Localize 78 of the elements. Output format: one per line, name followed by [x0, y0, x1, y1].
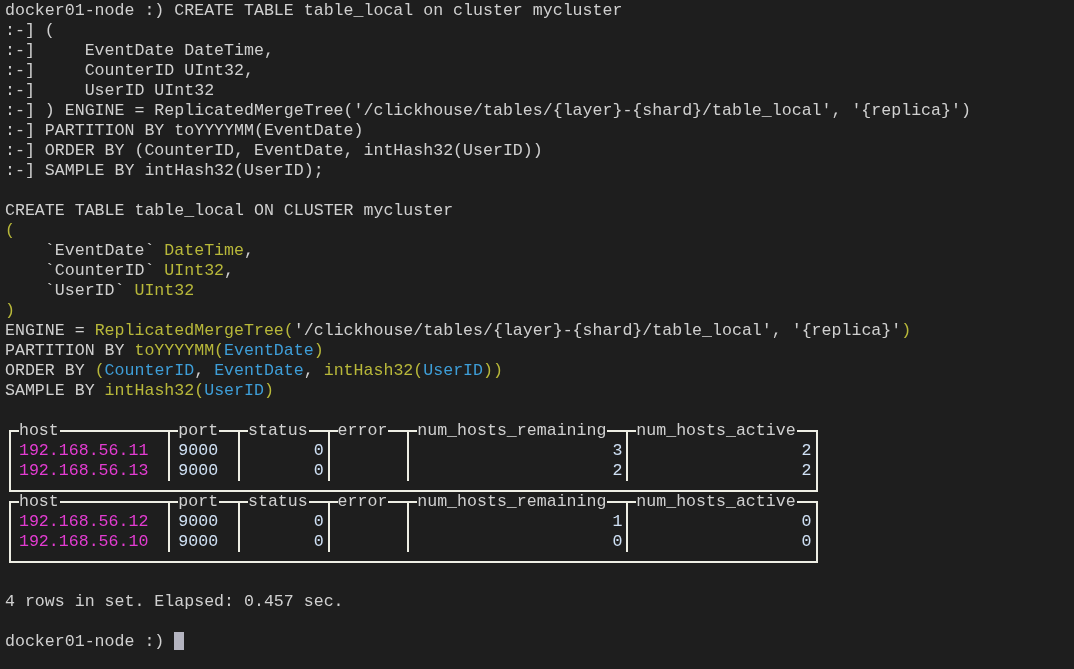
sql-punctuation: ) [901, 321, 912, 340]
sql-text: , [224, 261, 235, 280]
column-header: num_hosts_active [636, 421, 797, 440]
table-cell: 0 [313, 512, 324, 531]
sql-text: , [194, 361, 206, 380]
command-text: EventDate DateTime, [83, 41, 274, 60]
sql-text: , [244, 241, 254, 260]
sql-identifier: UserID [423, 361, 484, 380]
sql-text: CREATE TABLE table_local ON CLUSTER mycluster [5, 201, 454, 220]
sql-punctuation: ) [263, 381, 274, 400]
shell-prompt: :-] [5, 161, 35, 180]
sql-identifier: EventDate [214, 361, 304, 380]
command-text: PARTITION BY toYYYYMM(EventDate) [44, 121, 364, 140]
table-cell: 0 [612, 532, 623, 551]
sql-text: `UserID` [43, 281, 126, 300]
sql-type: UInt32 [164, 261, 225, 280]
sql-function: intHash32( [104, 381, 205, 400]
sql-type: UInt32 [134, 281, 195, 300]
table-cell: 192.168.56.13 [18, 461, 149, 480]
table-cell: 192.168.56.12 [18, 512, 149, 531]
sql-function: intHash32( [323, 361, 424, 380]
table-cell: 1 [612, 512, 623, 531]
sql-text: ENGINE = [5, 321, 86, 340]
sql-text: PARTITION BY [5, 341, 126, 360]
table-cell: 0 [313, 461, 324, 480]
sql-punctuation: )) [483, 361, 503, 380]
command-text: ( [44, 21, 55, 40]
sql-text: `EventDate` [43, 241, 156, 260]
table-cell: 9000 [178, 441, 219, 460]
column-header: num_hosts_remaining [417, 421, 608, 440]
shell-prompt: :-] [5, 21, 35, 40]
sql-identifier: EventDate [224, 341, 314, 360]
sql-identifier: CounterID [104, 361, 195, 380]
table-cell: 9000 [178, 461, 219, 480]
column-header: num_hosts_active [636, 492, 797, 511]
sql-text: ORDER BY [5, 361, 86, 380]
table-cell: 2 [612, 461, 623, 480]
sql-text: , [303, 361, 315, 380]
sql-text: `CounterID` [43, 261, 156, 280]
sql-text: '/clickhouse/tables/{layer}-{shard}/table_local', '{replica}' [293, 321, 902, 340]
table-cell: 3 [612, 441, 623, 460]
column-header: port [178, 421, 220, 440]
sql-punctuation: ) [313, 341, 324, 360]
column-header: num_hosts_remaining [417, 492, 608, 511]
status-message: 4 rows in set. Elapsed: 0.457 sec. [5, 592, 344, 611]
shell-prompt: docker01-node :) [5, 632, 165, 651]
shell-prompt: :-] [5, 41, 35, 60]
shell-prompt: :-] [5, 141, 35, 160]
command-text: ORDER BY (CounterID, EventDate, intHash32(UserID)) [44, 141, 543, 160]
shell-prompt: docker01-node :) [5, 1, 165, 20]
table-cell: 192.168.56.10 [18, 532, 149, 551]
table-cell: 2 [801, 461, 812, 480]
table-cell: 0 [801, 512, 812, 531]
shell-prompt: :-] [5, 61, 35, 80]
sql-type: DateTime [164, 241, 244, 260]
table-cell: 0 [313, 441, 324, 460]
command-text: SAMPLE BY intHash32(UserID); [44, 161, 324, 180]
shell-prompt: :-] [5, 121, 35, 140]
sql-function: ReplicatedMergeTree( [94, 321, 294, 340]
table-cell: 9000 [178, 512, 219, 531]
command-text: CounterID UInt32, [83, 61, 254, 80]
command-text: CREATE TABLE table_local on cluster mycluster [174, 1, 623, 20]
sql-punctuation: ( [94, 361, 105, 380]
command-text: ) ENGINE = ReplicatedMergeTree('/clickhouse/tables/{layer}-{shard}/table_local', '{replica}') [44, 101, 971, 120]
shell-prompt: :-] [5, 81, 35, 100]
sql-function: toYYYYMM( [134, 341, 225, 360]
sql-punctuation: ) [5, 301, 15, 320]
sql-identifier: UserID [204, 381, 264, 400]
table-cell: 192.168.56.11 [18, 441, 149, 460]
shell-prompt: :-] [5, 101, 35, 120]
sql-punctuation: ( [5, 221, 15, 240]
table-cell: 0 [313, 532, 324, 551]
sql-text: SAMPLE BY [5, 381, 96, 400]
table-cell: 0 [801, 532, 812, 551]
table-cell: 9000 [178, 532, 219, 551]
command-text: UserID UInt32 [83, 81, 215, 100]
column-header: port [178, 492, 220, 511]
table-cell: 2 [801, 441, 812, 460]
